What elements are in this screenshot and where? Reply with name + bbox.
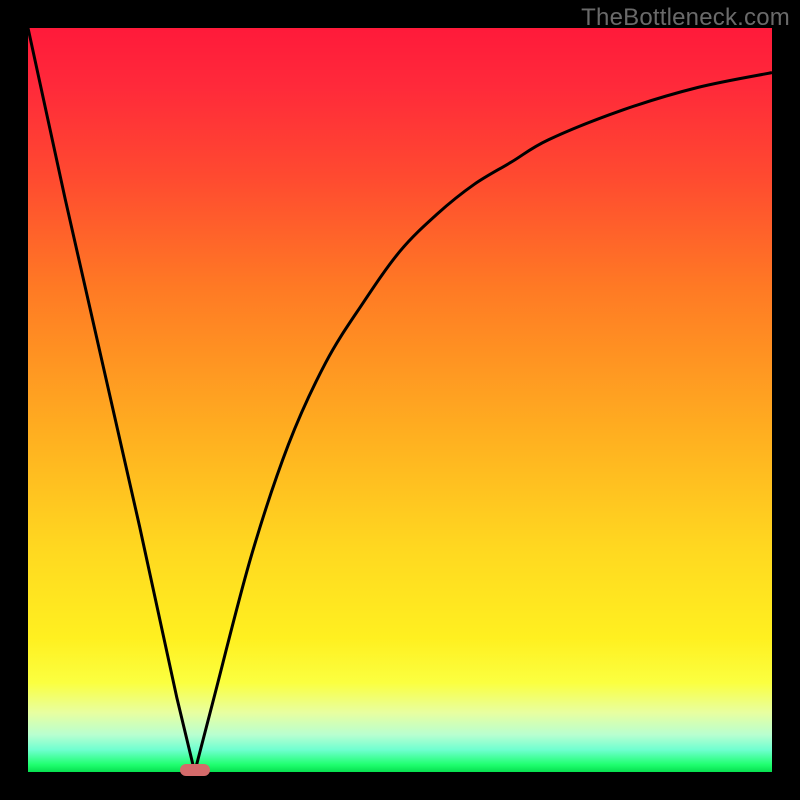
optimal-point-marker xyxy=(180,764,210,776)
curve-path xyxy=(28,28,772,772)
plot-area xyxy=(28,28,772,772)
bottleneck-curve xyxy=(28,28,772,772)
